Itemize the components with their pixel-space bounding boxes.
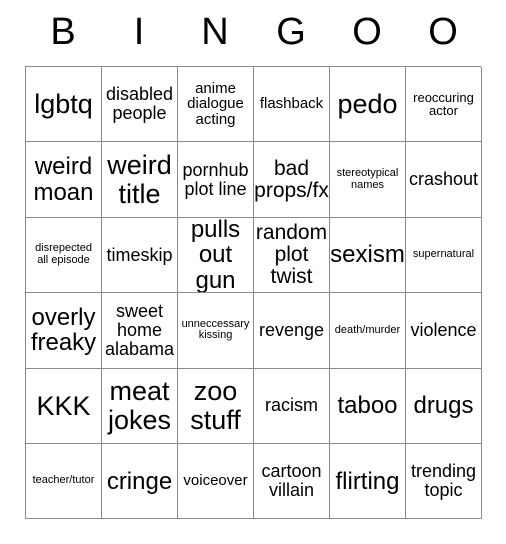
bingo-cell-label: crashout [408,169,479,190]
bingo-cell-label: disrepected all episode [35,242,92,266]
bingo-header-letter-1: B [50,11,76,53]
bingo-cell-r1c5[interactable]: pedo [330,67,406,143]
bingo-cell-r6c6[interactable]: trending topic [406,443,482,520]
bingo-cell-r4c6[interactable]: violence [406,293,482,369]
bingo-cell-label: pulls out gun [190,217,241,294]
bingo-cell-label: random plot twist [255,220,328,288]
bingo-cell-label: meat jokes [107,376,172,435]
bingo-header-letter-2: I [133,11,145,53]
bingo-cell-label: weird moan [33,153,94,206]
bingo-cell-label: drugs [413,392,474,420]
bingo-header-letter-6: O [428,11,458,53]
bingo-cell-label: stereotypical names [336,167,399,191]
bingo-cell-label: sexism [330,241,405,269]
bingo-cell-label: weird title [107,150,172,209]
bingo-cell-label: bad props/fx [254,156,329,202]
bingo-cell-r4c2[interactable]: sweet home alabama [102,293,178,369]
bingo-cell-label: sweet home alabama [104,301,175,359]
bingo-cell-r3c1[interactable]: disrepected all episode [26,217,102,294]
bingo-header-letter-4: G [276,11,306,53]
bingo-cell-label: cringe [106,467,173,495]
bingo-cell-r2c1[interactable]: weird moan [26,142,102,218]
bingo-cell-r5c3[interactable]: zoo stuff [178,368,254,444]
bingo-cell-r2c3[interactable]: pornhub plot line [178,142,254,218]
bingo-cell-r2c5[interactable]: stereotypical names [330,142,406,218]
bingo-cell-r2c6[interactable]: crashout [406,142,482,218]
bingo-cell-label: cartoon villain [261,461,322,501]
bingo-cell-r4c3[interactable]: unneccessary kissing [178,293,254,369]
bingo-cell-label: revenge [258,319,325,340]
bingo-header-letter-5: O [352,11,382,53]
bingo-cell-label: flashback [259,95,324,113]
bingo-cell-label: zoo stuff [190,376,241,435]
bingo-cell-r5c6[interactable]: drugs [406,368,482,444]
bingo-card: B I N G O O lgbtq disabled people anime di… [25,0,482,520]
bingo-cell-r6c5[interactable]: flirting [330,443,406,520]
bingo-cell-r3c4[interactable]: random plot twist [254,217,330,294]
bingo-grid: lgbtq disabled people anime dialogue actin… [25,66,482,520]
bingo-cell-r6c4[interactable]: cartoon villain [254,443,330,520]
bingo-cell-label: supernatural [412,248,475,261]
bingo-cell-r1c2[interactable]: disabled people [102,67,178,143]
bingo-cell-r3c3[interactable]: pulls out gun [178,217,254,294]
bingo-cell-r3c5[interactable]: sexism [330,217,406,294]
bingo-cell-r1c1[interactable]: lgbtq [26,67,102,143]
bingo-header-letter-3: N [201,11,229,53]
bingo-cell-r3c2[interactable]: timeskip [102,217,178,294]
bingo-cell-r6c1[interactable]: teacher/tutor [26,443,102,520]
bingo-cell-r1c6[interactable]: reoccuring actor [406,67,482,143]
bingo-cell-label: racism [265,395,318,416]
bingo-cell-label: voiceover [183,472,248,490]
bingo-cell-label: timeskip [106,244,173,265]
bingo-cell-r4c1[interactable]: overly freaky [26,293,102,369]
bingo-cell-label: trending topic [410,461,477,501]
bingo-cell-label: unneccessary kissing [181,317,250,342]
bingo-cell-label: violence [410,319,477,340]
bingo-cell-r6c3[interactable]: voiceover [178,443,254,520]
bingo-cell-r5c2[interactable]: meat jokes [102,368,178,444]
bingo-cell-label: anime dialogue acting [187,79,244,129]
bingo-cell-label: death/murder [334,323,401,336]
bingo-cell-r5c1[interactable]: KKK [26,368,102,444]
bingo-cell-label: pedo [337,89,398,120]
bingo-cell-label: overly freaky [30,304,97,357]
bingo-cell-r4c4[interactable]: revenge [254,293,330,369]
bingo-cell-label: lgbtq [34,89,93,120]
bingo-cell-label: disabled people [105,84,174,124]
bingo-cell-label: KKK [36,390,91,421]
bingo-header-row: B I N G O O [25,0,481,66]
bingo-cell-label: teacher/tutor [32,474,95,487]
bingo-cell-label: flirting [335,467,400,495]
bingo-cell-r1c3[interactable]: anime dialogue acting [178,67,254,143]
bingo-cell-r2c4[interactable]: bad props/fx [254,142,330,218]
bingo-cell-label: pornhub plot line [182,159,249,199]
bingo-cell-r3c6[interactable]: supernatural [406,217,482,294]
bingo-cell-r5c4[interactable]: racism [254,368,330,444]
bingo-cell-r4c5[interactable]: death/murder [330,293,406,369]
bingo-cell-r1c4[interactable]: flashback [254,67,330,143]
bingo-cell-r2c2[interactable]: weird title [102,142,178,218]
bingo-cell-label: reoccuring actor [413,89,474,119]
bingo-cell-r5c5[interactable]: taboo [330,368,406,444]
bingo-cell-r6c2[interactable]: cringe [102,443,178,520]
bingo-cell-label: taboo [337,392,398,420]
